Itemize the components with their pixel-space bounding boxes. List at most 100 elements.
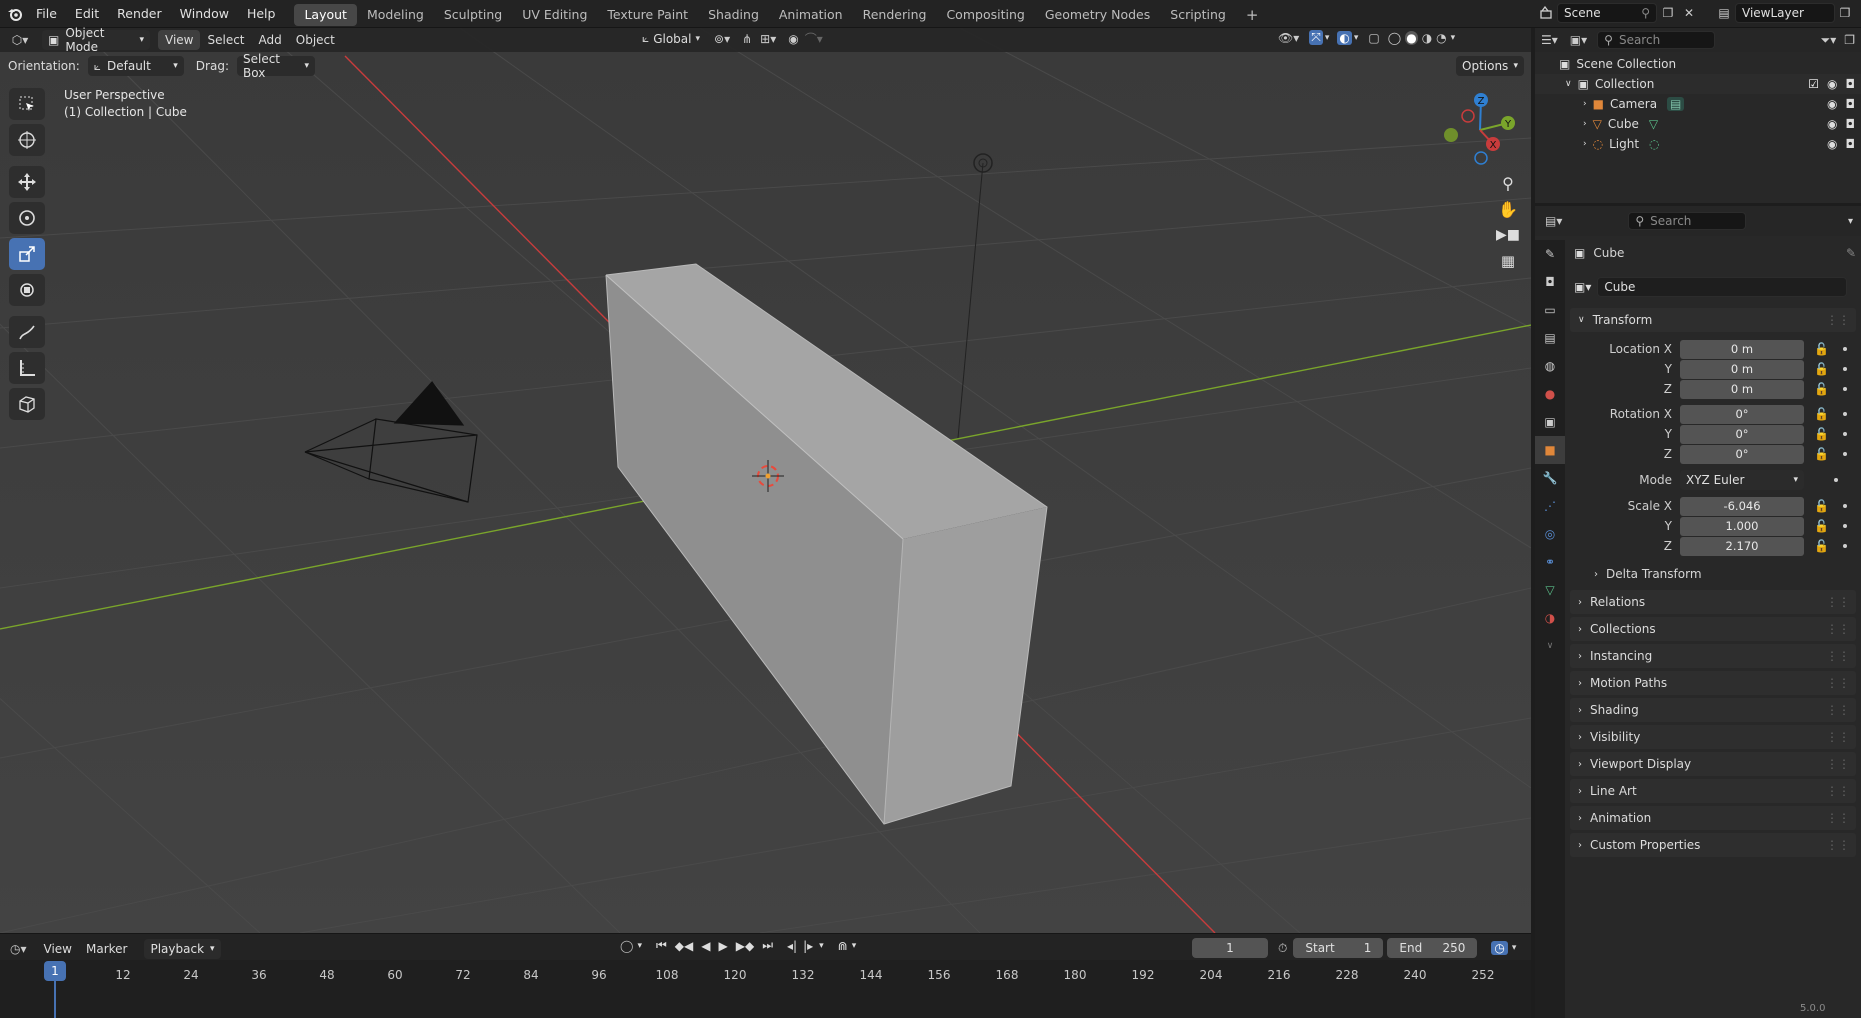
drag-handle-icon[interactable]: ⋮⋮ bbox=[1826, 649, 1850, 663]
tab-modeling[interactable]: Modeling bbox=[357, 4, 434, 26]
tab-constraints-icon[interactable]: ⚭ bbox=[1535, 548, 1565, 576]
scale-z-field[interactable]: 2.170 bbox=[1680, 536, 1804, 556]
next-marker-icon[interactable]: |▸ bbox=[803, 939, 813, 953]
outliner-item-camera[interactable]: › ■ Camera ▤ ◉ ◘ bbox=[1535, 94, 1861, 114]
lock-icon[interactable]: 🔓 bbox=[1814, 447, 1829, 461]
tab-tool-icon[interactable]: ✎ bbox=[1535, 240, 1565, 268]
drag-handle-icon[interactable]: ⋮⋮ bbox=[1826, 313, 1850, 327]
rendered-shading-icon[interactable]: ◔ bbox=[1436, 31, 1446, 45]
lock-icon[interactable]: 🔓 bbox=[1814, 539, 1829, 553]
snapping-icon[interactable]: ⋒ bbox=[838, 939, 848, 953]
menu-object[interactable]: Object bbox=[289, 30, 342, 50]
tab-layout[interactable]: Layout bbox=[294, 4, 357, 26]
keyframe-dot-icon[interactable] bbox=[1842, 412, 1847, 416]
drag-handle-icon[interactable]: ⋮⋮ bbox=[1826, 595, 1850, 609]
menu-view[interactable]: View bbox=[158, 30, 201, 50]
keying-menu-icon[interactable]: ▾ bbox=[637, 941, 642, 951]
light-data-icon[interactable]: ◌ bbox=[1649, 137, 1659, 151]
overlay-menu-icon[interactable]: ▾ bbox=[1354, 33, 1359, 43]
chevron-right-icon[interactable]: › bbox=[1583, 119, 1587, 129]
drag-handle-icon[interactable]: ⋮⋮ bbox=[1826, 730, 1850, 744]
tab-more-icon[interactable]: ∨ bbox=[1535, 632, 1565, 660]
select-box-tool[interactable] bbox=[9, 88, 45, 120]
display-mode-icon[interactable]: ☰▾ bbox=[1541, 33, 1558, 47]
render-camera-icon[interactable]: ◘ bbox=[1846, 97, 1856, 111]
measure-tool[interactable] bbox=[9, 352, 45, 384]
add-cube-tool[interactable] bbox=[9, 388, 45, 420]
gizmo-menu-icon[interactable]: ▾ bbox=[1325, 33, 1330, 43]
chevron-down-icon[interactable]: ∨ bbox=[1565, 79, 1572, 89]
playhead[interactable]: 1 bbox=[44, 961, 66, 1018]
transform-panel-header[interactable]: ∨ Transform ⋮⋮ bbox=[1570, 308, 1856, 332]
editor-type-icon[interactable]: ◷▾ bbox=[10, 942, 27, 956]
delta-transform-header[interactable]: › Delta Transform bbox=[1570, 562, 1856, 586]
rotation-x-field[interactable]: 0° bbox=[1680, 404, 1804, 424]
collection-row[interactable]: ∨ ▣ Collection ☑ ◉ ◘ bbox=[1535, 74, 1861, 94]
eye-icon[interactable]: ◉ bbox=[1827, 137, 1837, 151]
lock-icon[interactable]: 🔓 bbox=[1814, 499, 1829, 513]
lock-icon[interactable]: 🔓 bbox=[1814, 362, 1829, 376]
tab-shading[interactable]: Shading bbox=[698, 4, 769, 26]
stopwatch-icon[interactable]: ⏱ bbox=[1278, 941, 1287, 956]
remove-scene-icon[interactable]: ✕ bbox=[1679, 6, 1699, 20]
drag-handle-icon[interactable]: ⋮⋮ bbox=[1826, 703, 1850, 717]
drag-handle-icon[interactable]: ⋮⋮ bbox=[1826, 838, 1850, 852]
mode-dropdown[interactable]: ▣ Object Mode ▾ bbox=[42, 26, 150, 54]
tab-world-icon[interactable]: ● bbox=[1535, 380, 1565, 408]
editor-type-icon[interactable]: ⬡▾ bbox=[6, 33, 34, 47]
tab-modifier-icon[interactable]: 🔧 bbox=[1535, 464, 1565, 492]
sync-icon[interactable]: ◷ bbox=[1491, 941, 1508, 955]
tab-compositing[interactable]: Compositing bbox=[936, 4, 1034, 26]
keyframe-dot-icon[interactable] bbox=[1842, 452, 1847, 456]
tab-sculpting[interactable]: Sculpting bbox=[434, 4, 512, 26]
scene-collection-row[interactable]: ▣ Scene Collection bbox=[1535, 54, 1861, 74]
panel-viewport-display[interactable]: › Viewport Display ⋮⋮ bbox=[1570, 752, 1856, 776]
wireframe-shading-icon[interactable]: ◯ bbox=[1388, 31, 1401, 45]
transform-tool[interactable] bbox=[9, 274, 45, 306]
outliner-search-input[interactable]: ⚲ Search bbox=[1597, 31, 1716, 49]
outliner-item-light[interactable]: › ◌ Light ◌ ◉ ◘ bbox=[1535, 134, 1861, 154]
render-camera-icon[interactable]: ◘ bbox=[1846, 117, 1856, 131]
drag-handle-icon[interactable]: ⋮⋮ bbox=[1826, 811, 1850, 825]
scale-x-field[interactable]: -6.046 bbox=[1680, 496, 1804, 516]
tab-animation[interactable]: Animation bbox=[769, 4, 853, 26]
outliner-item-cube[interactable]: › ▽ Cube ▽ ◉ ◘ bbox=[1535, 114, 1861, 134]
keyframe-dot-icon[interactable] bbox=[1842, 524, 1847, 528]
camera-view-icon[interactable]: ▶■ bbox=[1494, 222, 1522, 248]
drag-handle-icon[interactable]: ⋮⋮ bbox=[1826, 622, 1850, 636]
lock-icon[interactable]: 🔓 bbox=[1814, 427, 1829, 441]
lock-icon[interactable]: 🔓 bbox=[1814, 519, 1829, 533]
drag-handle-icon[interactable]: ⋮⋮ bbox=[1826, 676, 1850, 690]
start-frame-field[interactable]: Start 1 bbox=[1293, 938, 1384, 958]
chevron-right-icon[interactable]: › bbox=[1583, 99, 1587, 109]
rotation-z-field[interactable]: 0° bbox=[1680, 444, 1804, 464]
editor-type-icon[interactable]: ▤▾ bbox=[1545, 214, 1562, 228]
orientation-dropdown[interactable]: ⟀ Default ▾ bbox=[87, 56, 184, 76]
view-layer-icon[interactable]: ▤ bbox=[1713, 6, 1735, 20]
jump-start-icon[interactable]: ⏮ bbox=[656, 938, 667, 953]
material-shading-icon[interactable]: ◑ bbox=[1422, 31, 1432, 45]
visibility-icon[interactable]: 👁▾ bbox=[1278, 31, 1299, 45]
checkbox-icon[interactable]: ☑ bbox=[1808, 77, 1819, 91]
chevron-right-icon[interactable]: › bbox=[1583, 139, 1587, 149]
xray-icon[interactable]: ▢ bbox=[1368, 31, 1379, 45]
mesh-data-icon[interactable]: ▽ bbox=[1649, 117, 1658, 131]
timeline-menu-marker[interactable]: Marker bbox=[79, 939, 134, 959]
scale-tool[interactable] bbox=[9, 238, 45, 270]
options-chevron-icon[interactable]: ▾ bbox=[1848, 216, 1853, 227]
drag-dropdown[interactable]: Select Box ▾ bbox=[236, 52, 315, 80]
filter-icon[interactable]: ⏷▾ bbox=[1821, 33, 1837, 48]
tab-view-layer-icon[interactable]: ▤ bbox=[1535, 324, 1565, 352]
render-camera-icon[interactable]: ◘ bbox=[1846, 77, 1856, 91]
panel-motion-paths[interactable]: › Motion Paths ⋮⋮ bbox=[1570, 671, 1856, 695]
keyframe-dot-icon[interactable] bbox=[1842, 432, 1847, 436]
keyframe-dot-icon[interactable] bbox=[1834, 478, 1838, 482]
pan-hand-icon[interactable]: ✋ bbox=[1494, 196, 1522, 222]
tab-texture-paint[interactable]: Texture Paint bbox=[597, 4, 698, 26]
tab-collection-icon[interactable]: ▣ bbox=[1535, 408, 1565, 436]
tab-particles-icon[interactable]: ⋰ bbox=[1535, 492, 1565, 520]
playback-dropdown[interactable]: Playback ▾ bbox=[144, 939, 221, 959]
snap-icon[interactable]: ⋔ bbox=[742, 32, 752, 46]
panel-collections[interactable]: › Collections ⋮⋮ bbox=[1570, 617, 1856, 641]
location-y-field[interactable]: 0 m bbox=[1680, 359, 1804, 379]
